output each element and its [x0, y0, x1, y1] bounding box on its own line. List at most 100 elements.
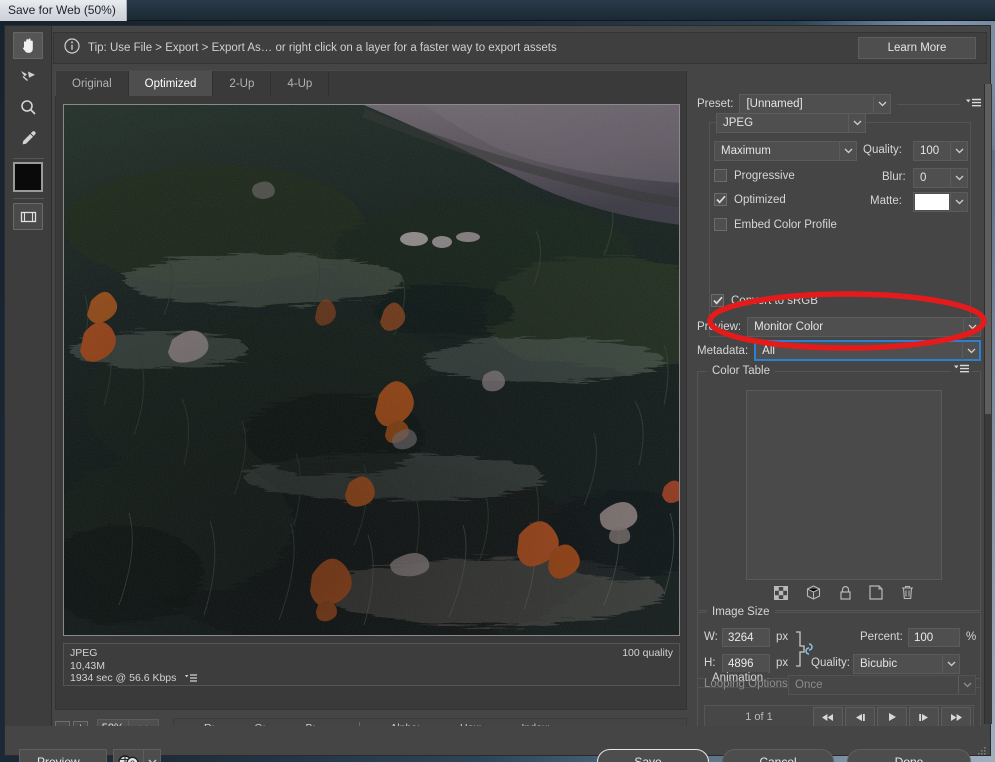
height-label: H:	[704, 657, 716, 669]
percent-value: 100	[914, 631, 934, 644]
convert-srgb-checkbox[interactable]	[711, 294, 724, 307]
info-panel-menu-icon[interactable]	[185, 674, 198, 687]
looping-options-select[interactable]: Once	[788, 675, 976, 695]
tab-4up[interactable]: 4-Up	[271, 71, 330, 96]
previous-frame-button[interactable]	[845, 707, 875, 727]
tab-original[interactable]: Original	[56, 71, 129, 96]
convert-srgb-checkbox-row[interactable]: Convert to sRGB	[711, 294, 818, 307]
transparency-icon[interactable]	[774, 585, 788, 603]
progressive-checkbox[interactable]	[714, 169, 727, 182]
hand-tool[interactable]	[13, 32, 43, 59]
slice-select-tool[interactable]	[13, 63, 43, 90]
next-frame-button[interactable]	[909, 707, 939, 727]
width-unit: px	[776, 631, 789, 643]
optimized-info-box: JPEG 10,43M 1934 sec @ 56.6 Kbps 100 qua…	[63, 643, 680, 686]
optimized-checkbox-row[interactable]: Optimized	[714, 193, 786, 206]
preset-select[interactable]: [Unnamed]	[739, 94, 892, 114]
tab-optimized[interactable]: Optimized	[128, 71, 214, 96]
eyedropper-tool[interactable]	[13, 125, 43, 152]
progressive-label: Progressive	[734, 169, 795, 182]
blur-label: Blur:	[882, 171, 906, 183]
done-button-label: Done	[894, 755, 924, 762]
metadata-dropdown[interactable]: All	[754, 340, 981, 361]
learn-more-button[interactable]: Learn More	[858, 37, 976, 59]
matte-color-select[interactable]	[913, 192, 968, 212]
matte-label: Matte:	[870, 195, 902, 207]
quality-input[interactable]: 100	[913, 141, 968, 161]
quality-value: 100	[920, 145, 940, 157]
frame-counter: 1 of 1	[745, 711, 773, 723]
width-label: W:	[704, 631, 718, 643]
optimize-panel-menu-icon[interactable]	[966, 98, 981, 111]
tip-bar: Tip: Use File > Export > Export As… or r…	[53, 32, 987, 64]
browser-preview-button[interactable]: ?	[113, 749, 161, 762]
embed-profile-checkbox-row[interactable]: Embed Color Profile	[714, 218, 837, 231]
file-format-select[interactable]: JPEG	[716, 113, 866, 133]
chevron-down-icon	[848, 114, 865, 132]
play-button[interactable]	[877, 707, 907, 727]
chevron-down-icon	[958, 676, 975, 694]
cancel-button[interactable]: Cancel	[722, 749, 834, 762]
height-input[interactable]: 4896	[722, 654, 770, 673]
looping-options-label: Looping Options:	[704, 678, 791, 690]
first-frame-button[interactable]	[813, 707, 843, 727]
convert-srgb-label: Convert to sRGB	[731, 294, 818, 307]
tab-2up[interactable]: 2-Up	[213, 71, 272, 96]
color-table-group: Color Table	[697, 364, 981, 611]
progressive-checkbox-row[interactable]: Progressive	[714, 169, 795, 182]
resample-quality-select[interactable]: Bicubic	[853, 654, 960, 674]
optimized-label: Optimized	[734, 193, 786, 206]
preset-row: Preset: [Unnamed]	[697, 94, 981, 114]
color-table-title: Color Table	[707, 365, 775, 377]
image-size-title: Image Size	[707, 606, 775, 618]
color-table-swatches[interactable]	[746, 390, 942, 580]
new-color-icon[interactable]	[869, 585, 883, 603]
metadata-row: Metadata: All	[697, 340, 981, 361]
tool-strip	[5, 26, 52, 726]
chevron-down-icon[interactable]	[143, 750, 160, 762]
image-preview[interactable]	[63, 104, 680, 636]
web-snap-icon[interactable]	[806, 585, 821, 603]
blur-input[interactable]: 0	[913, 168, 968, 188]
resample-quality-value: Bicubic	[860, 658, 898, 670]
svg-text:?: ?	[130, 758, 135, 762]
settings-panel: Preset: [Unnamed] JPEG Maximum Quality: …	[695, 84, 983, 740]
window-titlebar[interactable]: Save for Web (50%)	[0, 0, 995, 21]
color-table-panel-menu-icon[interactable]	[951, 364, 972, 377]
tool-divider	[12, 158, 44, 159]
resize-grip[interactable]	[977, 743, 987, 755]
last-frame-button[interactable]	[941, 707, 971, 727]
compression-quality-value: Maximum	[721, 145, 771, 157]
chevron-down-icon	[963, 318, 980, 336]
width-input[interactable]: 3264	[722, 628, 770, 647]
optimized-checkbox[interactable]	[714, 193, 727, 206]
info-filesize: 10,43M	[70, 659, 106, 672]
window-title: Save for Web (50%)	[0, 0, 127, 21]
tab-optimized-label: Optimized	[144, 77, 197, 90]
cancel-button-label: Cancel	[759, 755, 797, 762]
embed-profile-label: Embed Color Profile	[734, 218, 837, 231]
panel-scrollbar-thumb[interactable]	[985, 84, 991, 414]
save-for-web-dialog: Tip: Use File > Export > Export As… or r…	[4, 25, 992, 762]
learn-more-label: Learn More	[887, 42, 947, 54]
save-button[interactable]: Save...	[597, 749, 709, 762]
preview-select[interactable]: Monitor Color	[747, 317, 981, 337]
chevron-down-icon	[950, 169, 967, 187]
tab-4up-label: 4-Up	[287, 77, 313, 90]
toggle-slices-visibility[interactable]	[13, 203, 43, 230]
matte-color-swatch[interactable]	[915, 194, 949, 210]
zoom-tool[interactable]	[13, 94, 43, 121]
preview-value: Monitor Color	[754, 321, 824, 333]
percent-label: Percent:	[860, 631, 903, 643]
done-button[interactable]: Done	[847, 749, 971, 762]
delete-color-icon[interactable]	[901, 585, 914, 603]
chevron-down-icon	[950, 193, 967, 211]
lock-color-icon[interactable]	[839, 585, 852, 603]
preview-button[interactable]: Preview...	[19, 749, 107, 762]
embed-profile-checkbox[interactable]	[714, 218, 727, 231]
blur-value: 0	[920, 172, 927, 184]
percent-input[interactable]: 100	[908, 628, 960, 647]
chevron-down-icon	[950, 142, 967, 160]
foreground-color-swatch[interactable]	[13, 162, 43, 192]
compression-quality-select[interactable]: Maximum	[714, 141, 857, 161]
